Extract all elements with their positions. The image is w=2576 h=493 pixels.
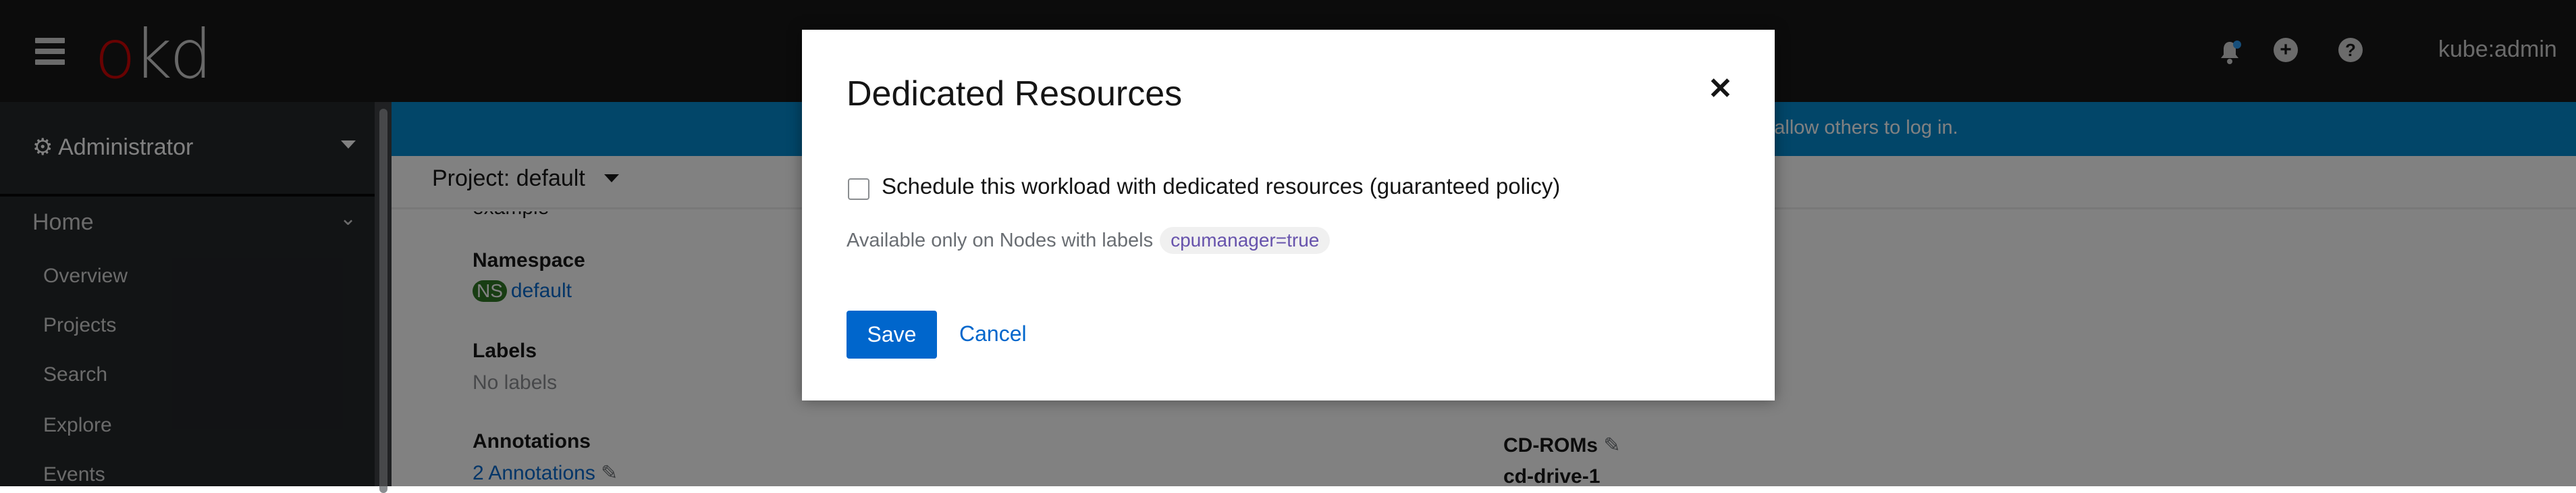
- modal-title: Dedicated Resources: [847, 74, 1183, 113]
- close-icon[interactable]: ✕: [1708, 72, 1733, 106]
- save-button[interactable]: Save: [847, 311, 937, 359]
- dedicated-resources-modal: Dedicated Resources ✕ Schedule this work…: [802, 30, 1775, 400]
- label-chip: cpumanager=true: [1160, 227, 1331, 254]
- cancel-button[interactable]: Cancel: [959, 321, 1027, 346]
- checkbox-label[interactable]: Schedule this workload with dedicated re…: [882, 174, 1560, 199]
- dedicated-resources-checkbox[interactable]: [848, 178, 869, 200]
- helper-text: Available only on Nodes with labels cpuma…: [847, 227, 1331, 254]
